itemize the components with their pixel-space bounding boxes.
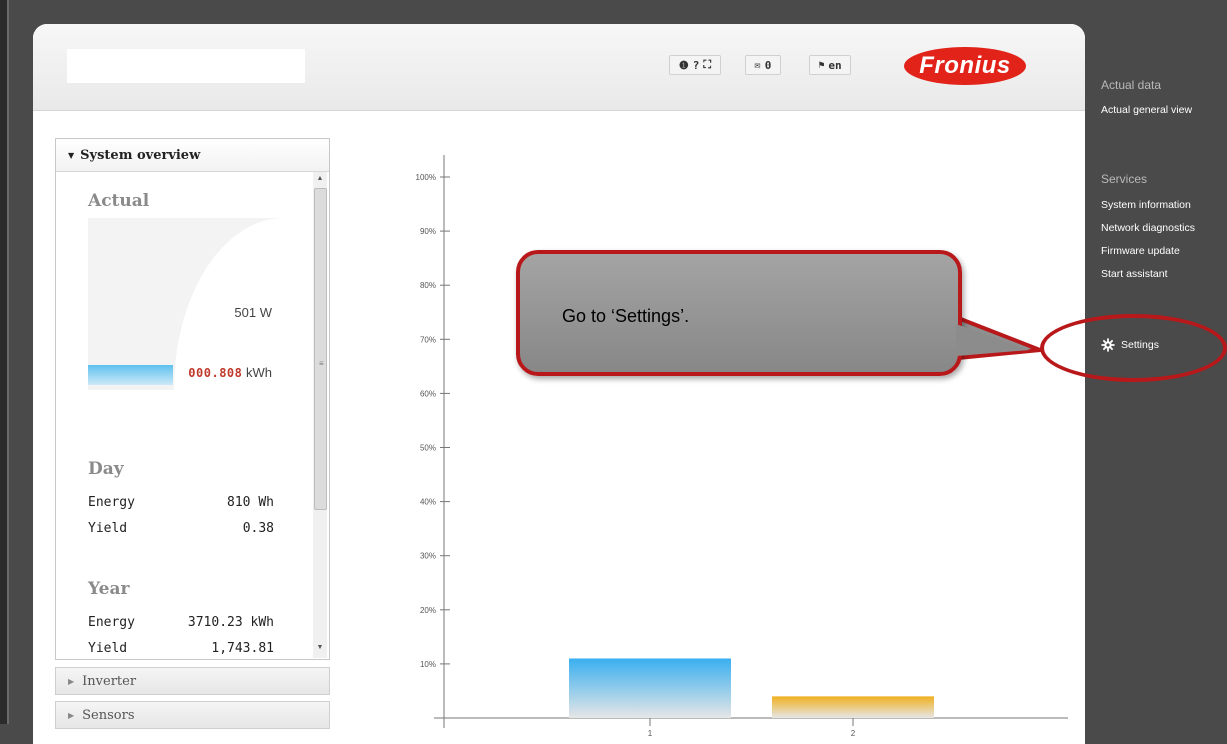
y-tick-label: 20%: [420, 606, 436, 615]
overview-scrollbar[interactable]: ▲ ≡ ▼: [313, 172, 327, 658]
language-label: en: [828, 58, 842, 72]
system-overview-panel: ▼ System overview Actual 501 W 000.808 k…: [55, 138, 330, 660]
accordion-label: Inverter: [82, 673, 137, 689]
y-tick-label: 50%: [420, 444, 436, 453]
actual-power-value: 501 W: [234, 305, 272, 320]
row-value: 1,743.81: [211, 641, 274, 656]
sidebar-item-firmware-update[interactable]: Firmware update: [1101, 245, 1180, 257]
accordion-sensors[interactable]: ▶ Sensors: [55, 701, 330, 729]
callout-text: Go to ‘Settings’.: [562, 306, 690, 326]
year-yield-row: Yield 1,743.81: [88, 641, 274, 656]
y-tick-label: 70%: [420, 335, 436, 344]
scroll-down-arrow-icon[interactable]: ▼: [315, 644, 325, 654]
actual-energy-value: 000.808 kWh: [188, 365, 272, 380]
fronius-logo: Fronius: [904, 47, 1026, 85]
row-label: Yield: [88, 641, 128, 656]
chart-svg: 10% 20% 30% 40% 50% 60% 70% 80% 90% 100% 1 2: [416, 155, 1068, 738]
info-icon[interactable]: ❶: [679, 59, 689, 72]
accordion-inverter[interactable]: ▶ Inverter: [55, 667, 330, 695]
sidebar-item-actual-general-view[interactable]: Actual general view: [1101, 104, 1192, 116]
row-value: 3710.23 kWh: [187, 615, 274, 630]
y-tick-label: 40%: [420, 498, 436, 507]
grip-icon: ≡: [319, 359, 324, 368]
y-tick-label: 90%: [420, 227, 436, 236]
actual-data-heading: Actual data: [1101, 78, 1162, 92]
y-tick-label: 30%: [420, 552, 436, 561]
window-edge: [0, 0, 7, 724]
expand-triangle-icon: ▶: [68, 710, 75, 720]
header-bar: ❶ ? ⛶ ✉ 0 ⚑ en Fronius: [33, 24, 1085, 111]
y-tick-label: 10%: [420, 660, 436, 669]
system-overview-title: System overview: [80, 147, 201, 163]
accordion-label: Sensors: [82, 707, 135, 723]
callout-box: Go to ‘Settings’.: [516, 250, 962, 376]
row-label: Yield: [88, 521, 128, 536]
year-energy-row: Energy 3710.23 kWh: [88, 615, 274, 630]
messages-count: 0: [764, 58, 772, 72]
system-name-box: [67, 49, 305, 83]
sidebar-item-network-diagnostics[interactable]: Network diagnostics: [1101, 222, 1195, 234]
help-buttons-group: ❶ ? ⛶: [669, 55, 721, 75]
x-tick-label: 2: [851, 729, 856, 738]
energy-counter-digits: 000.808: [188, 366, 243, 380]
scroll-up-arrow-icon[interactable]: ▲: [315, 175, 325, 185]
x-tick-label: 1: [648, 729, 653, 738]
y-tick-label: 60%: [420, 389, 436, 398]
row-value: 0.38: [242, 521, 274, 536]
scroll-thumb[interactable]: ≡: [314, 188, 327, 510]
gauge-level-bar: [88, 365, 173, 385]
y-tick-label: 100%: [416, 173, 436, 182]
expand-triangle-icon: ▶: [68, 676, 75, 686]
fullscreen-icon[interactable]: ⛶: [703, 58, 711, 72]
actual-heading: Actual: [88, 191, 150, 211]
sidebar-item-start-assistant[interactable]: Start assistant: [1101, 268, 1168, 280]
bar-2: [772, 696, 934, 718]
system-overview-header[interactable]: ▼ System overview: [56, 139, 329, 172]
energy-unit: kWh: [246, 365, 272, 380]
bar-1: [569, 658, 731, 718]
language-button[interactable]: ⚑ en: [809, 55, 851, 75]
year-heading: Year: [88, 579, 130, 599]
day-heading: Day: [88, 459, 124, 479]
day-energy-row: Energy 810 Wh: [88, 495, 274, 510]
power-gauge: 501 W 000.808 kWh: [88, 218, 284, 390]
services-heading: Services: [1101, 172, 1148, 186]
y-tick-label: 80%: [420, 281, 436, 290]
collapse-triangle-icon: ▼: [68, 150, 75, 160]
envelope-icon: ✉: [754, 59, 761, 71]
messages-button[interactable]: ✉ 0: [745, 55, 781, 75]
flag-icon: ⚑: [818, 59, 825, 71]
sidebar-item-system-information[interactable]: System information: [1101, 199, 1191, 211]
row-value: 810 Wh: [227, 495, 274, 510]
production-chart: 10% 20% 30% 40% 50% 60% 70% 80% 90% 100% 1 2: [363, 124, 1083, 744]
tutorial-callout: Go to ‘Settings’.: [510, 246, 1090, 386]
row-label: Energy: [88, 615, 135, 630]
row-label: Energy: [88, 495, 135, 510]
window-edge-highlight: [7, 0, 9, 724]
day-yield-row: Yield 0.38: [88, 521, 274, 536]
help-icon[interactable]: ?: [693, 59, 700, 72]
